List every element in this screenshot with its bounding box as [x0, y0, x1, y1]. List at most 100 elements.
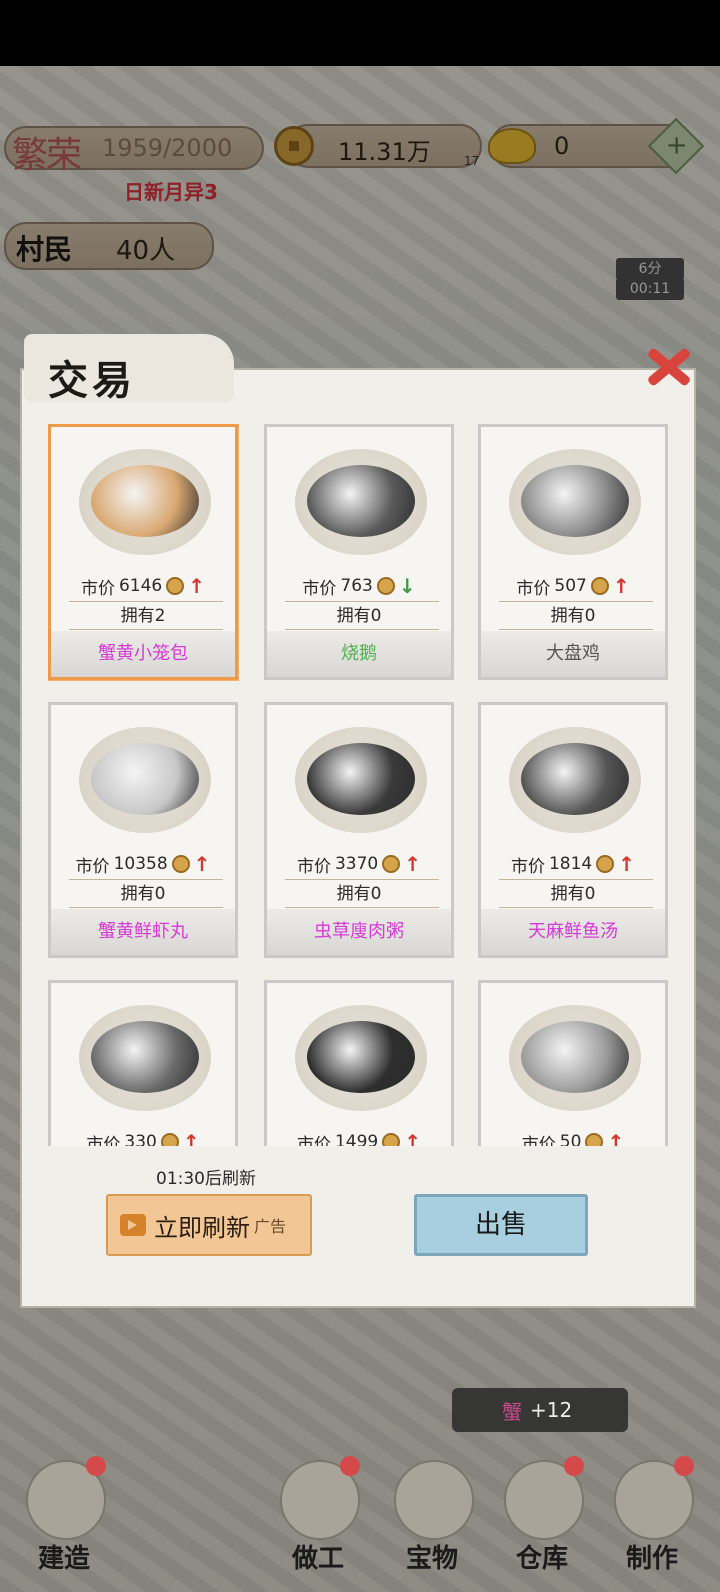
goods-card[interactable]: 市价 1814 ↑ 拥有0 天麻鲜鱼汤: [478, 702, 668, 958]
refresh-now-button[interactable]: 立即刷新 广告: [106, 1194, 312, 1256]
owned-label: 拥有: [336, 606, 371, 626]
food-image: [79, 449, 211, 555]
nav-button[interactable]: 仓库: [494, 1456, 590, 1574]
goods-card[interactable]: 市价1499↑拥有: [264, 980, 454, 1146]
copper-coin-icon: [171, 855, 190, 873]
divider: [499, 629, 653, 630]
item-name: 蟹黄鲜虾丸: [51, 909, 235, 955]
price-value: 1814: [548, 854, 593, 874]
goods-card[interactable]: 市价50↑拥有: [478, 980, 668, 1146]
goods-card[interactable]: 市价 10358 ↑ 拥有0 蟹黄鲜虾丸: [48, 702, 238, 958]
nav-button[interactable]: 宝物: [384, 1460, 480, 1574]
goods-card[interactable]: 市价 3370 ↑ 拥有0 虫草廋肉粥: [264, 702, 454, 958]
copper-coin-icon: [382, 855, 401, 873]
food-image: [295, 449, 427, 555]
market-price: 市价 507 ↑: [481, 571, 665, 601]
nav-label: 做工: [291, 1544, 344, 1574]
ad-label: 广告: [254, 1217, 287, 1236]
food-image: [295, 727, 427, 833]
nav-button[interactable]: 做工: [270, 1456, 366, 1574]
notification-dot: [674, 1456, 694, 1476]
nav-button[interactable]: 建造: [16, 1456, 112, 1574]
owned-value: 0: [370, 606, 382, 626]
price-up-arrow-icon: ↑: [612, 574, 630, 598]
notice-item: 蟹: [502, 1399, 522, 1424]
video-ad-icon: [120, 1214, 146, 1236]
sell-button[interactable]: 出售: [414, 1194, 588, 1256]
notification-dot: [564, 1456, 584, 1476]
owned-value: 0: [584, 606, 596, 626]
divider: [285, 907, 439, 908]
owned-label: 拥有: [120, 606, 155, 626]
price-up-arrow-icon: ↑: [182, 1130, 200, 1146]
refresh-now-label: 立即刷新: [154, 1213, 250, 1242]
divider: [69, 907, 223, 908]
food-image: [79, 1005, 211, 1111]
goods-card[interactable]: 市价 507 ↑ 拥有0 大盘鸡: [478, 424, 668, 680]
price-up-arrow-icon: ↑: [607, 1130, 625, 1146]
market-price: 市价 1499 ↑: [267, 1127, 451, 1146]
food-image: [79, 727, 211, 833]
owned-count: 拥有0: [267, 601, 451, 626]
nav-label: 建造: [37, 1544, 90, 1574]
owned-label: 拥有: [550, 606, 585, 626]
notification-dot: [86, 1456, 106, 1476]
goods-card[interactable]: 市价330↑拥有: [48, 980, 238, 1146]
price-value: 763: [340, 576, 373, 596]
divider: [285, 629, 439, 630]
copper-coin-icon: [585, 1133, 604, 1146]
notification-dot: [340, 1456, 360, 1476]
price-label: 市价: [86, 1134, 121, 1147]
owned-count: 拥有0: [51, 879, 235, 904]
food-image: [509, 727, 641, 833]
owned-count: 拥有0: [481, 601, 665, 626]
owned-label: 拥有: [336, 884, 371, 904]
market-price: 市价 6146 ↑: [51, 571, 235, 601]
price-value: 6146: [118, 576, 163, 596]
owned-count: 拥有0: [267, 879, 451, 904]
notice-amount: +12: [530, 1398, 573, 1422]
owned-count: 拥有0: [481, 879, 665, 904]
item-name: 大盘鸡: [481, 631, 665, 677]
food-image: [509, 449, 641, 555]
harvest-notice: 蟹 +12: [452, 1388, 628, 1432]
price-label: 市价: [516, 578, 551, 599]
price-label: 市价: [296, 856, 331, 877]
nav-label: 制作: [625, 1544, 678, 1574]
copper-coin-icon: [376, 577, 395, 595]
owned-label: 拥有: [550, 884, 585, 904]
modal-title: 交易: [48, 357, 136, 404]
divider: [499, 907, 653, 908]
price-value: 1499: [334, 1132, 379, 1146]
price-up-arrow-icon: ↑: [193, 852, 211, 876]
owned-value: 2: [154, 606, 166, 626]
divider: [69, 629, 223, 630]
price-up-arrow-icon: ↑: [618, 852, 636, 876]
market-price: 市价 1814 ↑: [481, 849, 665, 879]
owned-value: 0: [154, 884, 166, 904]
refresh-countdown: 01:30后刷新: [156, 1169, 256, 1189]
copper-coin-icon: [160, 1133, 179, 1146]
goods-grid: 市价 6146 ↑ 拥有2 蟹黄小笼包 市价 763 ↓ 拥有0 烧鹅 市价 507 ↑ 拥有0 大盘鸡 市价…: [48, 424, 680, 1146]
price-label: 市价: [80, 578, 115, 599]
nav-icon: [394, 1460, 474, 1540]
owned-value: 0: [584, 884, 596, 904]
item-name: 天麻鲜鱼汤: [481, 909, 665, 955]
price-value: 507: [554, 576, 587, 596]
close-button[interactable]: [640, 340, 696, 392]
copper-coin-icon: [382, 1133, 401, 1146]
price-up-arrow-icon: ↑: [404, 852, 422, 876]
goods-card[interactable]: 市价 6146 ↑ 拥有2 蟹黄小笼包: [48, 424, 238, 680]
price-label: 市价: [296, 1134, 331, 1147]
price-value: 330: [124, 1132, 157, 1146]
price-label: 市价: [510, 856, 545, 877]
food-image: [295, 1005, 427, 1111]
price-value: 3370: [334, 854, 379, 874]
price-label: 市价: [521, 1134, 556, 1147]
price-value: 10358: [113, 854, 168, 874]
price-value: 50: [559, 1132, 582, 1146]
nav-button[interactable]: 制作: [604, 1456, 700, 1574]
goods-card[interactable]: 市价 763 ↓ 拥有0 烧鹅: [264, 424, 454, 680]
copper-coin-icon: [590, 577, 609, 595]
market-price: 市价 3370 ↑: [267, 849, 451, 879]
